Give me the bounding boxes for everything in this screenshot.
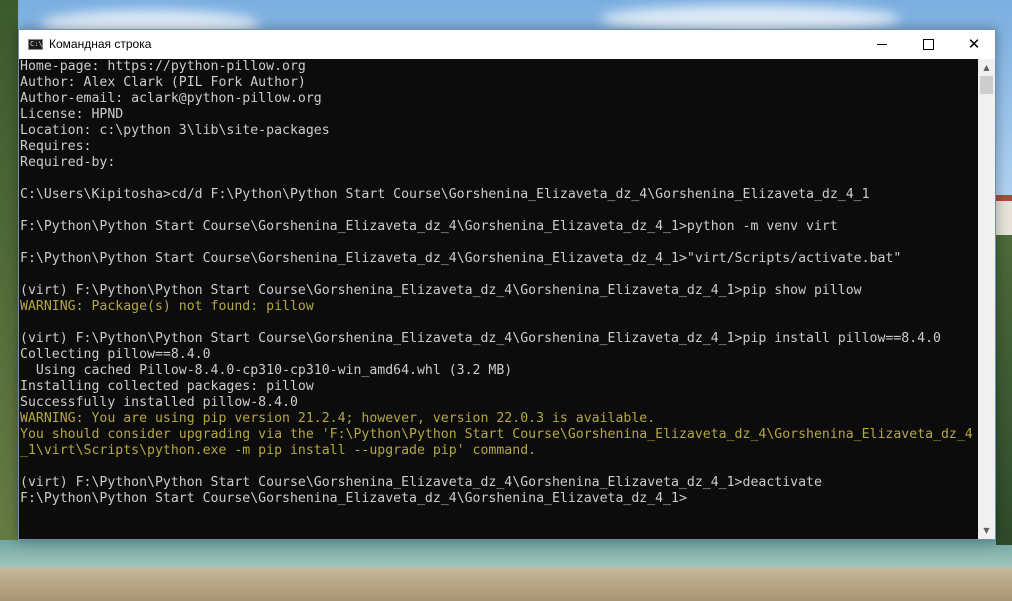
console-line: Author: Alex Clark (PIL Fork Author): [20, 75, 306, 90]
console-line: (virt) F:\Python\Python Start Course\Gor…: [20, 331, 941, 346]
title-bar[interactable]: C:\ Командная строка ✕: [19, 30, 995, 59]
console-line: Collecting pillow==8.4.0: [20, 347, 211, 362]
console-line: F:\Python\Python Start Course\Gorshenina…: [20, 251, 902, 266]
command-prompt-window[interactable]: C:\ Командная строка ✕ Home-page: https:…: [18, 29, 996, 540]
chevron-down-icon: ▼: [983, 526, 990, 535]
close-icon: ✕: [967, 35, 981, 53]
chevron-up-icon: ▲: [983, 63, 990, 72]
close-button[interactable]: ✕: [951, 30, 997, 59]
cmd-app-icon[interactable]: C:\: [28, 39, 43, 50]
window-title: Командная строка: [49, 37, 152, 51]
console-line: Required-by:: [20, 155, 116, 170]
console-warning-line: You should consider upgrading via the 'F…: [20, 427, 973, 442]
console-line: F:\Python\Python Start Course\Gorshenina…: [20, 219, 838, 234]
console-line: Successfully installed pillow-8.4.0: [20, 395, 298, 410]
console-output[interactable]: Home-page: https://python-pillow.org Auth…: [19, 59, 977, 539]
scrollbar-thumb[interactable]: [980, 76, 993, 94]
console-line: Location: c:\python 3\lib\site-packages: [20, 123, 330, 138]
console-line: Using cached Pillow-8.4.0-cp310-cp310-wi…: [20, 363, 513, 378]
console-line: (virt) F:\Python\Python Start Course\Gor…: [20, 475, 822, 490]
console-warning-line: _1\virt\Scripts\python.exe -m pip instal…: [20, 443, 537, 458]
console-warning-line: WARNING: Package(s) not found: pillow: [20, 299, 314, 314]
minimize-icon: [877, 44, 887, 45]
console-line: License: HPND: [20, 107, 124, 122]
console-line: Requires:: [20, 139, 92, 154]
console-line: Home-page: https://python-pillow.org: [20, 59, 306, 74]
console-warning-line: WARNING: You are using pip version 21.2.…: [20, 411, 656, 426]
scroll-up-button[interactable]: ▲: [978, 59, 995, 76]
scroll-down-button[interactable]: ▼: [978, 522, 995, 539]
trees: [996, 235, 1012, 545]
beach-sand: [0, 568, 1012, 601]
palm-foliage: [0, 0, 18, 601]
console-line: Installing collected packages: pillow: [20, 379, 314, 394]
console-line: C:\Users\Kipitosha>cd/d F:\Python\Python…: [20, 187, 870, 202]
console-line: (virt) F:\Python\Python Start Course\Gor…: [20, 283, 862, 298]
maximize-button[interactable]: [905, 30, 951, 59]
minimize-button[interactable]: [859, 30, 905, 59]
maximize-icon: [922, 39, 934, 50]
console-line: F:\Python\Python Start Course\Gorshenina…: [20, 491, 687, 506]
console-line: Author-email: aclark@python-pillow.org: [20, 91, 322, 106]
vertical-scrollbar[interactable]: ▲ ▼: [978, 59, 995, 539]
sea: [0, 540, 1012, 570]
